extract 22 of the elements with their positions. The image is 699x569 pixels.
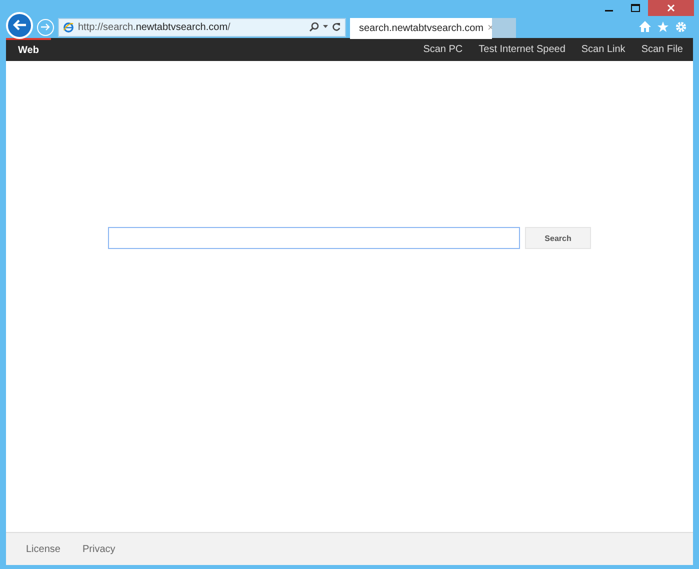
footer-link[interactable]: License	[26, 544, 60, 554]
close-button[interactable]	[648, 0, 694, 16]
dropdown-icon[interactable]	[323, 25, 328, 29]
tab-title: search.newtabtvsearch.com	[359, 22, 484, 34]
nav-link[interactable]: Scan Link	[581, 44, 626, 55]
arrow-left-icon	[12, 19, 26, 31]
nav-link[interactable]: Test Internet Speed	[478, 44, 566, 55]
maximize-icon	[630, 4, 640, 12]
nav-link[interactable]: Scan File	[641, 44, 683, 55]
address-bar[interactable]: http://search.newtabtvsearch.com/	[58, 18, 346, 36]
browser-icon	[63, 22, 74, 32]
search-button[interactable]: Search	[525, 227, 591, 249]
url-text: http://search.newtabtvsearch.com/	[78, 22, 232, 32]
search-icon[interactable]	[309, 22, 319, 32]
refresh-icon[interactable]	[332, 22, 341, 32]
star-icon[interactable]	[657, 21, 669, 33]
arrow-right-icon	[41, 23, 50, 31]
nav-link[interactable]: Scan PC	[423, 44, 463, 55]
back-button[interactable]	[6, 12, 33, 38]
search-field[interactable]	[108, 227, 520, 249]
close-icon	[667, 4, 675, 12]
footer-link[interactable]: Privacy	[82, 544, 116, 554]
